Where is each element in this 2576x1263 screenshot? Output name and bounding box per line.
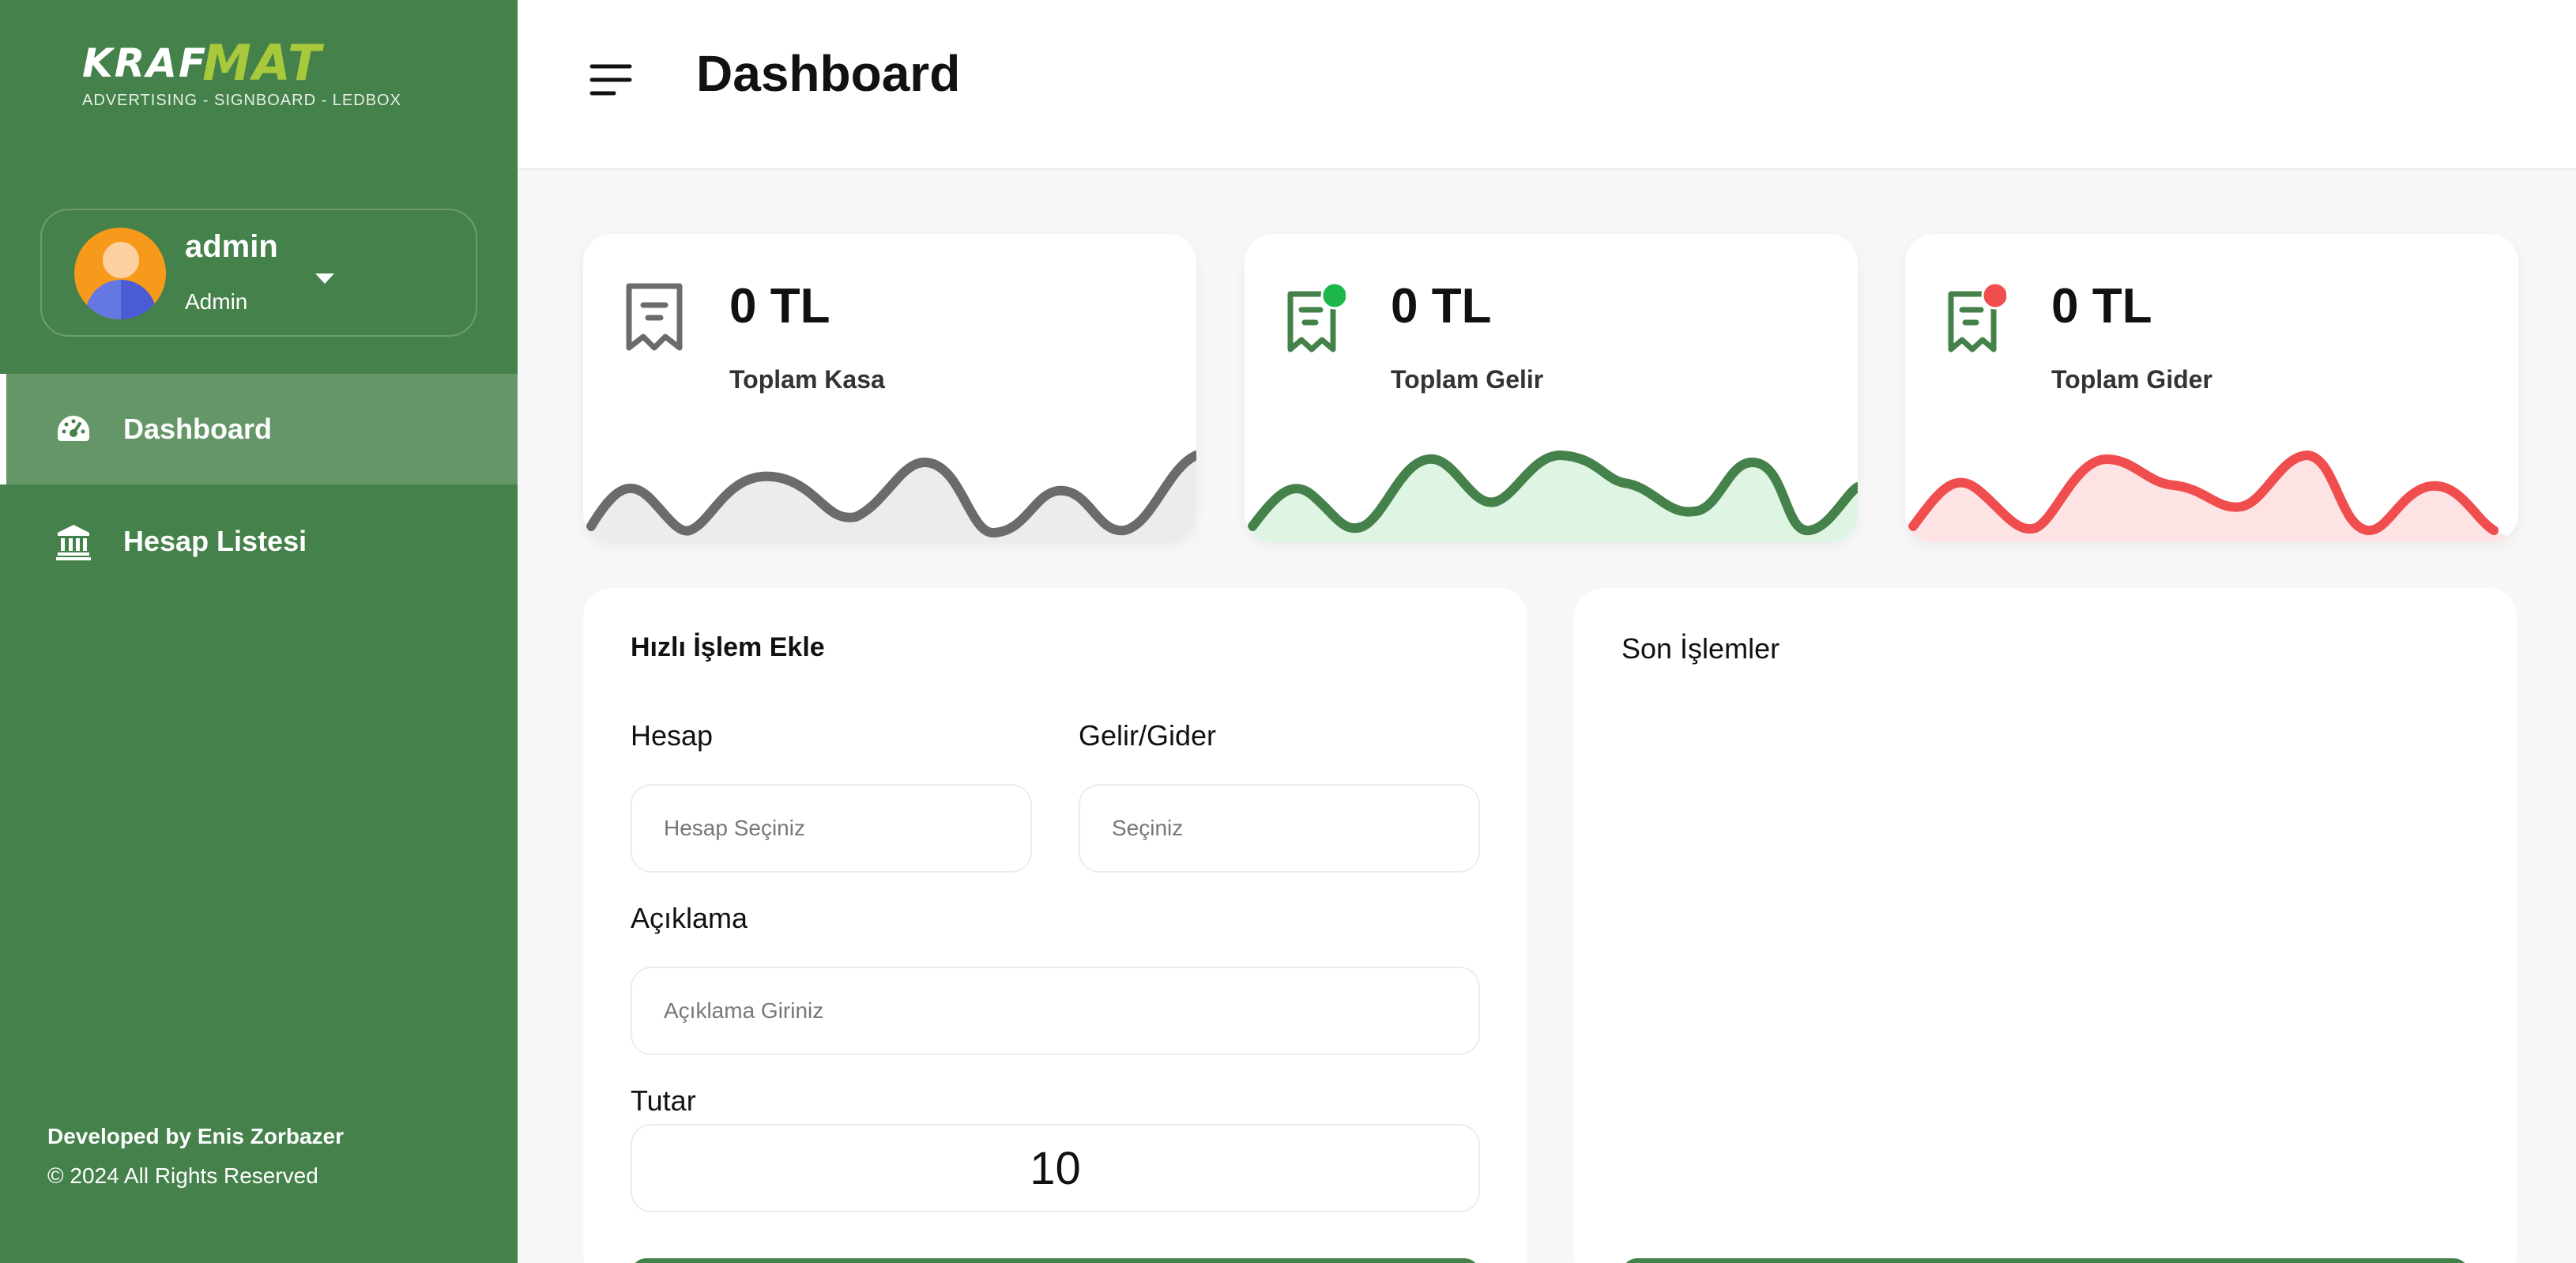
sidebar-item-dashboard[interactable]: Dashboard (0, 374, 518, 484)
top-header: Dashboard (518, 0, 2576, 170)
menu-icon[interactable] (589, 60, 633, 100)
user-name: admin (185, 229, 278, 264)
receipt-expense-icon (1948, 283, 2006, 353)
stat-value: 0 TL (729, 279, 830, 334)
submit-button[interactable] (631, 1258, 1480, 1263)
bank-icon (56, 525, 91, 560)
user-profile-card[interactable]: admin Admin (40, 209, 477, 337)
stat-card-toplam-kasa: 0 TL Toplam Kasa (583, 234, 1196, 542)
account-label: Hesap (631, 719, 714, 752)
footer-copyright: © 2024 All Rights Reserved (47, 1163, 318, 1188)
sidebar-item-label: Dashboard (123, 413, 273, 445)
quick-transaction-panel: Hızlı İşlem Ekle Hesap Gelir/Gider Açıkl… (583, 588, 1527, 1263)
sidebar-item-label: Hesap Listesi (123, 525, 307, 557)
page-title: Dashboard (696, 45, 961, 102)
stat-label: Toplam Gelir (1391, 365, 1544, 394)
sparkline-chart (583, 451, 1196, 542)
recent-transactions-panel: Son İşlemler (1574, 588, 2517, 1263)
description-label: Açıklama (631, 902, 748, 934)
stat-value: 0 TL (1391, 279, 1492, 334)
logo-text-kraf: KRAF (82, 40, 208, 86)
view-all-button[interactable] (1621, 1258, 2469, 1263)
chevron-down-icon[interactable] (315, 273, 334, 284)
panel-title: Hızlı İşlem Ekle (631, 632, 825, 662)
stat-label: Toplam Gider (2051, 365, 2213, 394)
sparkline-chart (1905, 450, 2518, 542)
type-label: Gelir/Gider (1079, 719, 1217, 752)
stat-card-toplam-gelir: 0 TL Toplam Gelir (1245, 234, 1858, 542)
receipt-icon (626, 283, 683, 351)
brand-logo[interactable]: KRAF MAT ADVERTISING - SIGNBOARD - LEDBO… (82, 34, 406, 115)
avatar (74, 228, 166, 319)
gauge-icon (58, 416, 89, 441)
description-input[interactable] (631, 967, 1480, 1055)
stat-label: Toplam Kasa (729, 365, 885, 394)
sidebar: KRAF MAT ADVERTISING - SIGNBOARD - LEDBO… (0, 0, 518, 1263)
account-select[interactable] (631, 784, 1032, 873)
footer-developer: Developed by Enis Zorbazer (47, 1124, 344, 1148)
user-role: Admin (185, 289, 248, 314)
stat-card-toplam-gider: 0 TL Toplam Gider (1905, 234, 2518, 542)
logo-wordmark: KRAF MAT (82, 34, 323, 92)
stat-value: 0 TL (2051, 279, 2152, 334)
panel-title: Son İşlemler (1621, 632, 1780, 665)
amount-input[interactable] (631, 1124, 1480, 1212)
sparkline-chart (1245, 450, 1858, 542)
amount-label: Tutar (631, 1084, 696, 1117)
type-select[interactable] (1079, 784, 1480, 873)
sidebar-item-hesap-listesi[interactable]: Hesap Listesi (0, 486, 518, 597)
logo-tagline: ADVERTISING - SIGNBOARD - LEDBOX (82, 92, 401, 109)
logo-text-mat: MAT (202, 34, 323, 92)
receipt-income-icon (1287, 283, 1346, 353)
